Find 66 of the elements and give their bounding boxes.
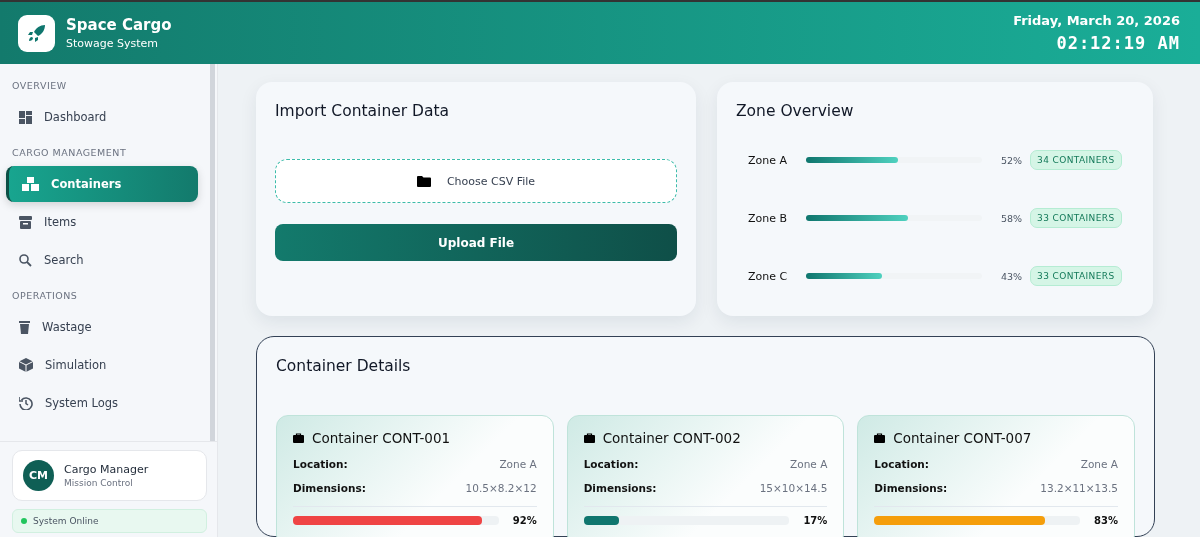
rocket-icon [27, 24, 46, 42]
clock-time: 02:12:19 AM [1055, 33, 1180, 53]
container-title: Container CONT-002 [602, 430, 741, 446]
trash-icon [19, 320, 30, 334]
container-count-badge: 34 CONTAINERS [1030, 150, 1122, 170]
briefcase-icon [583, 433, 595, 443]
user-name: Cargo Manager [64, 463, 149, 476]
current-date: Friday, March 20, 2026 [1013, 13, 1180, 28]
zone-name: Zone C [748, 269, 789, 283]
zone-name: Zone A [748, 153, 789, 167]
field-label: Dimensions: [583, 482, 657, 494]
container-card[interactable]: Container CONT-002 Location: Zone A Dimensions: 15×10×14.5 17% [566, 415, 845, 537]
file-picker-button[interactable]: Choose CSV File [275, 159, 677, 203]
field-label: Dimensions: [874, 482, 948, 494]
field-value: 13.2×11×13.5 [1040, 482, 1118, 494]
app-title: Space Cargo [66, 16, 172, 34]
container-card[interactable]: Container CONT-007 Location: Zone A Dimensions: 13.2×11×13.5 83% [857, 415, 1135, 537]
field-value: 10.5×8.2×12 [465, 482, 537, 494]
container-title: Container CONT-007 [893, 430, 1032, 446]
card-title: Import Container Data [275, 102, 451, 120]
nav-item[interactable]: Dashboard [6, 99, 198, 135]
capacity-percent: 92% [512, 515, 537, 526]
nav-item[interactable]: Wastage [6, 309, 198, 345]
container-count-badge: 33 CONTAINERS [1030, 208, 1122, 228]
app-subtitle: Stowage System [66, 37, 160, 50]
nav-item[interactable]: Simulation [6, 347, 198, 383]
container-card[interactable]: Container CONT-001 Location: Zone A Dimensions: 10.5×8.2×12 92% [276, 415, 554, 537]
folder-icon [416, 175, 431, 187]
container-title: Container CONT-001 [312, 430, 451, 446]
user-avatar: CM [23, 460, 54, 491]
zone-percent: 52% [999, 154, 1022, 166]
container-count-badge: 33 CONTAINERS [1030, 266, 1122, 286]
capacity-percent: 17% [803, 515, 828, 526]
zone-percent: 43% [999, 270, 1022, 282]
field-label: Location: [293, 458, 348, 470]
field-label: Location: [583, 458, 639, 470]
dashboard-icon [19, 110, 32, 124]
status-label: System Online [33, 516, 99, 526]
field-value: Zone A [1080, 458, 1118, 470]
field-value: Zone A [499, 458, 537, 470]
archive-icon [19, 215, 32, 229]
capacity-percent: 83% [1094, 515, 1118, 526]
boxes-icon [22, 177, 39, 191]
zone-percent: 58% [999, 212, 1022, 224]
nav-item[interactable]: Items [6, 204, 198, 240]
field-label: Location: [874, 458, 930, 470]
cube-icon [19, 358, 33, 372]
nav-section-label: OVERVIEW [11, 79, 68, 93]
search-icon [19, 253, 32, 267]
user-card[interactable]: CM Cargo Manager Mission Control [12, 450, 207, 501]
field-value: Zone A [790, 458, 828, 470]
briefcase-icon [874, 433, 886, 443]
field-label: Dimensions: [293, 482, 366, 494]
user-role: Mission Control [64, 478, 134, 488]
zone-name: Zone B [748, 211, 789, 225]
nav-item[interactable]: System Logs [6, 385, 198, 421]
nav-item[interactable]: Containers [6, 166, 198, 202]
nav-section-label: CARGO MANAGEMENT [11, 146, 128, 160]
nav-section-label: OPERATIONS [11, 289, 79, 303]
nav-item[interactable]: Search [6, 242, 198, 278]
upload-button[interactable]: Upload File [275, 224, 677, 261]
briefcase-icon [293, 433, 304, 443]
card-title: Zone Overview [736, 102, 855, 120]
history-icon [19, 396, 33, 410]
field-value: 15×10×14.5 [759, 482, 828, 494]
card-title: Container Details [276, 357, 412, 375]
